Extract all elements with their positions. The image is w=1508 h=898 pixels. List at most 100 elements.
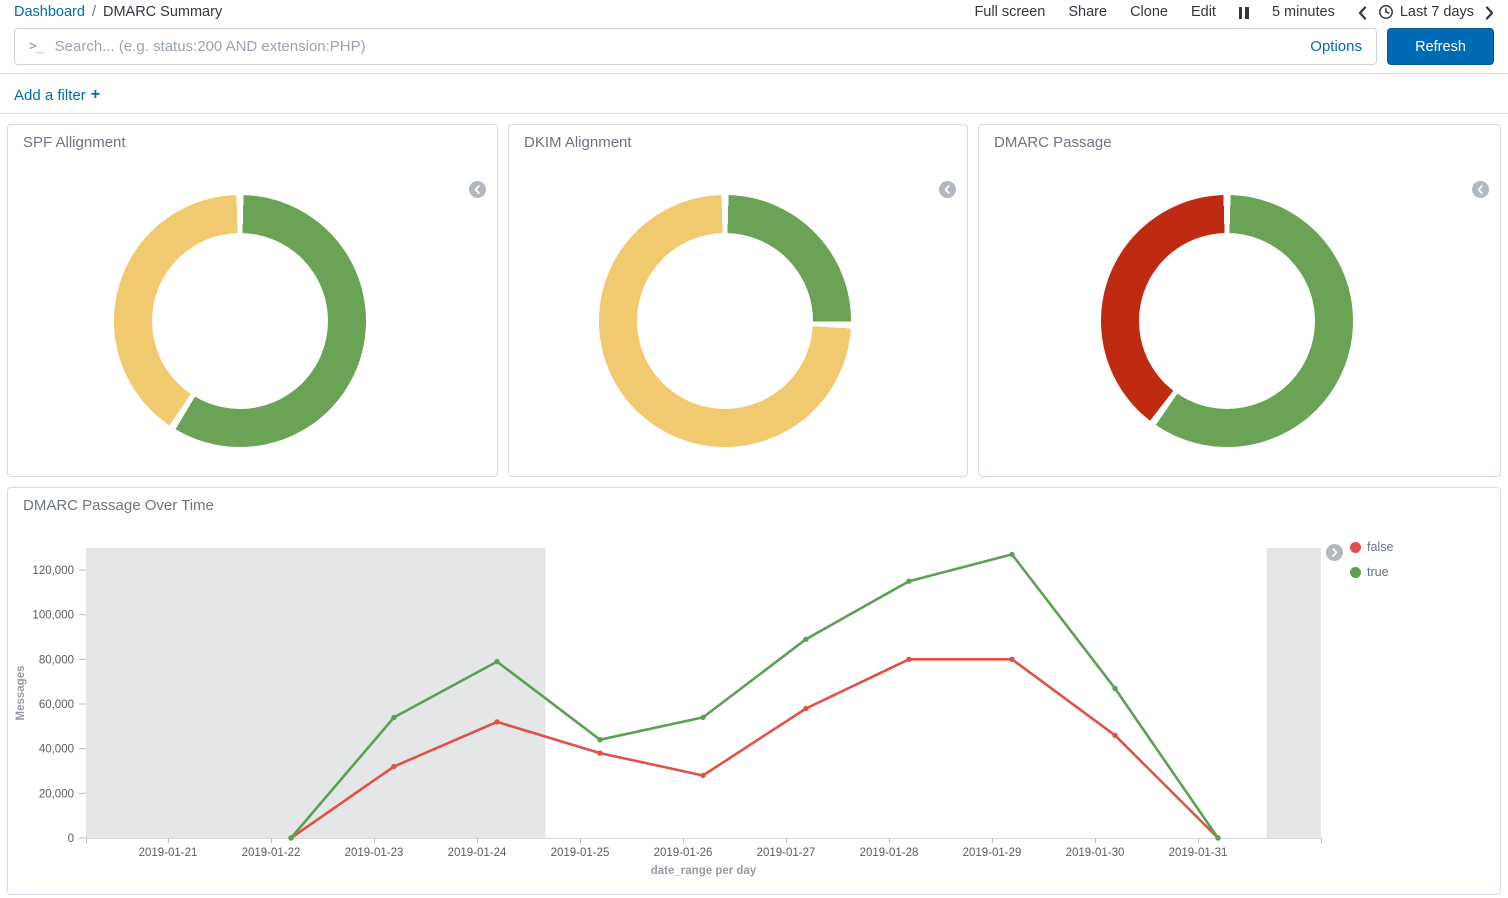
timeline-chart: 0 20,000 40,000 60,000 80,000 100,000 120,000 2… <box>8 538 1500 890</box>
menu-item-edit[interactable]: Edit <box>1191 4 1216 20</box>
series-true-point[interactable] <box>288 835 293 840</box>
search-box[interactable]: >_ Options <box>14 28 1377 65</box>
panel-dmarc-passage-over-time: DMARC Passage Over Time 0 20,000 40,000 60,… <box>7 487 1501 895</box>
y-tick-label: 20,000 <box>39 788 74 800</box>
series-false-point[interactable] <box>391 764 396 769</box>
series-false-point[interactable] <box>494 719 499 724</box>
legend-collapse-button[interactable] <box>1326 544 1343 561</box>
chevron-left-icon <box>474 185 481 194</box>
time-picker: Last 7 days <box>1358 4 1494 20</box>
add-filter-button[interactable]: Add a filter + <box>14 86 100 104</box>
plus-icon: + <box>91 86 100 104</box>
console-prompt-icon: >_ <box>29 39 43 54</box>
time-selection-band[interactable] <box>1267 548 1321 838</box>
x-tick-label: 2019-01-26 <box>654 847 713 859</box>
page-title: DMARC Summary <box>103 4 222 20</box>
x-tick-label: 2019-01-31 <box>1169 847 1228 859</box>
panel-title: SPF Allignment <box>8 125 497 160</box>
series-true-point[interactable] <box>1009 552 1014 557</box>
time-range-label: Last 7 days <box>1400 4 1474 20</box>
x-tick-label: 2019-01-27 <box>757 847 816 859</box>
query-bar: >_ Options Refresh <box>0 26 1508 74</box>
x-tick-label: 2019-01-23 <box>345 847 404 859</box>
series-true-point[interactable] <box>1215 835 1220 840</box>
series-true-point[interactable] <box>494 659 499 664</box>
series-true-point[interactable] <box>700 715 705 720</box>
series-false-point[interactable] <box>1112 733 1117 738</box>
legend-collapse-button[interactable] <box>469 181 486 198</box>
timeline-chart-svg: 0 20,000 40,000 60,000 80,000 100,000 120,000 2… <box>8 538 1500 890</box>
series-true-point[interactable] <box>906 579 911 584</box>
search-input[interactable] <box>55 38 1301 55</box>
x-tick-label: 2019-01-25 <box>551 847 610 859</box>
legend-collapse-button[interactable] <box>939 181 956 198</box>
breadcrumb: Dashboard / DMARC Summary <box>14 4 222 20</box>
y-tick-label: 100,000 <box>32 610 74 622</box>
legend-dot-red <box>1350 542 1361 553</box>
x-tick-label: 2019-01-29 <box>963 847 1022 859</box>
pause-refresh-icon[interactable] <box>1239 7 1249 19</box>
series-false-point[interactable] <box>803 706 808 711</box>
clock-icon <box>1378 4 1394 20</box>
panel-title: DMARC Passage <box>979 125 1500 160</box>
top-nav-bar: Dashboard / DMARC Summary Full screen Sh… <box>0 0 1508 26</box>
x-axis-title: date_range per day <box>651 865 757 877</box>
menu-item-share[interactable]: Share <box>1068 4 1107 20</box>
menu-item-clone[interactable]: Clone <box>1130 4 1168 20</box>
breadcrumb-dashboard-link[interactable]: Dashboard <box>14 4 85 20</box>
panel-title: DMARC Passage Over Time <box>8 488 1500 523</box>
chevron-left-icon[interactable] <box>1358 6 1367 20</box>
legend-collapse-button[interactable] <box>1472 181 1489 198</box>
panel-dmarc-passage: DMARC Passage <box>978 124 1501 477</box>
series-false-point[interactable] <box>1009 657 1014 662</box>
y-tick-label: 60,000 <box>39 699 74 711</box>
x-tick-label: 2019-01-22 <box>242 847 301 859</box>
series-false-point[interactable] <box>597 750 602 755</box>
chart-legend: false true <box>1350 540 1393 590</box>
series-true-point[interactable] <box>1112 686 1117 691</box>
x-tick-label: 2019-01-28 <box>860 847 919 859</box>
donut-hole <box>637 233 813 409</box>
refresh-button[interactable]: Refresh <box>1387 28 1494 65</box>
donut-hole <box>152 233 328 409</box>
top-nav-menu: Full screen Share Clone Edit 5 minutes L… <box>974 4 1494 20</box>
series-true-point[interactable] <box>597 737 602 742</box>
filter-bar: Add a filter + <box>0 74 1508 114</box>
chevron-left-icon <box>1477 185 1484 194</box>
add-filter-label: Add a filter <box>14 87 86 104</box>
donut-hole <box>1139 233 1315 409</box>
legend-dot-green <box>1350 567 1361 578</box>
chevron-right-icon <box>1331 548 1338 557</box>
spf-donut-chart <box>114 195 366 447</box>
series-true-point[interactable] <box>803 637 808 642</box>
legend-item-false[interactable]: false <box>1350 540 1393 554</box>
donut-panels-row: SPF Allignment DKIM Alignment DMARC Pass… <box>7 124 1501 477</box>
refresh-interval-label[interactable]: 5 minutes <box>1272 4 1335 20</box>
time-range-picker[interactable]: Last 7 days <box>1378 4 1474 20</box>
legend-label: true <box>1367 565 1389 579</box>
time-selection-band[interactable] <box>86 548 545 838</box>
chevron-left-icon <box>944 185 951 194</box>
menu-item-full-screen[interactable]: Full screen <box>974 4 1045 20</box>
y-tick-label: 120,000 <box>32 565 74 577</box>
search-options-link[interactable]: Options <box>1310 38 1362 55</box>
x-tick-label: 2019-01-21 <box>139 847 198 859</box>
series-false-point[interactable] <box>906 657 911 662</box>
breadcrumb-separator: / <box>92 4 96 20</box>
y-tick-label: 80,000 <box>39 654 74 666</box>
x-tick-label: 2019-01-30 <box>1066 847 1125 859</box>
dmarc-donut-chart <box>1101 195 1353 447</box>
legend-label: false <box>1367 540 1393 554</box>
y-tick-label: 0 <box>68 833 74 845</box>
y-axis-title: Messages <box>15 666 27 721</box>
panel-dkim-alignment: DKIM Alignment <box>508 124 968 477</box>
panel-spf-alignment: SPF Allignment <box>7 124 498 477</box>
series-true-point[interactable] <box>391 715 396 720</box>
series-false-point[interactable] <box>700 773 705 778</box>
x-tick-label: 2019-01-24 <box>448 847 507 859</box>
dkim-donut-chart <box>599 195 851 447</box>
legend-item-true[interactable]: true <box>1350 565 1393 579</box>
chevron-right-icon[interactable] <box>1485 6 1494 20</box>
y-tick-label: 40,000 <box>39 744 74 756</box>
panel-title: DKIM Alignment <box>509 125 967 160</box>
